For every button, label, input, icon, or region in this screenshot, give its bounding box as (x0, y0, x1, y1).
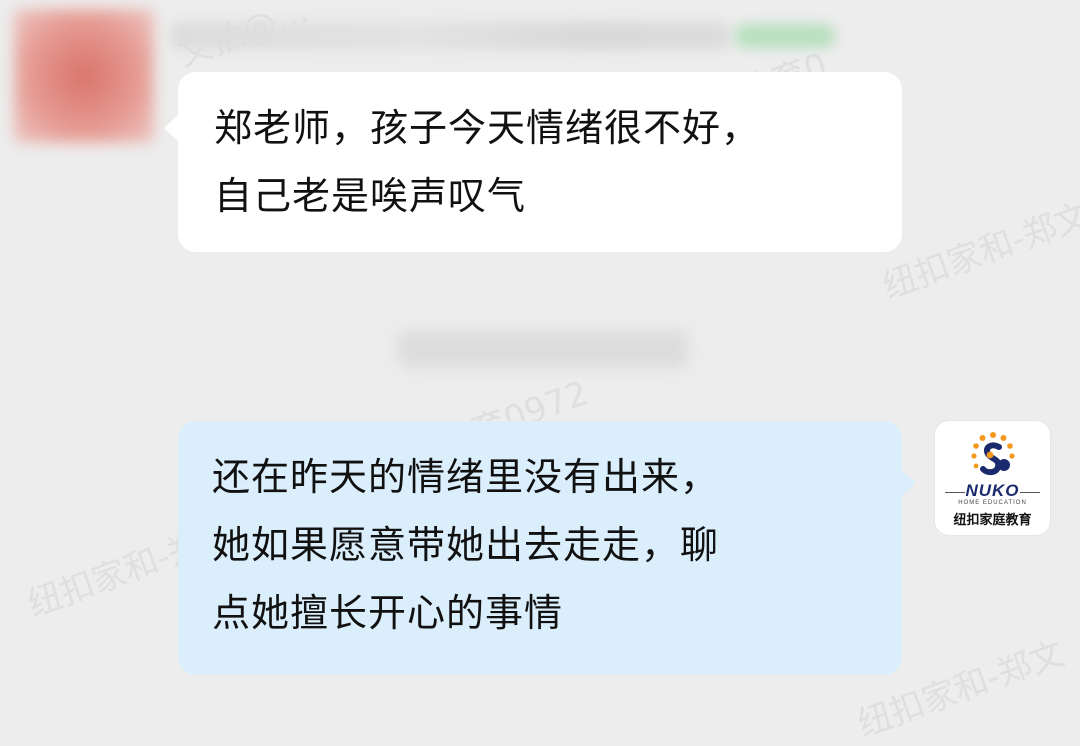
bubble-tail (164, 114, 179, 142)
contact-tag-redacted (735, 24, 835, 48)
logo-brand-text: NUKO (965, 481, 1020, 500)
message-line: 点她擅长开心的事情 (212, 591, 564, 635)
contact-avatar[interactable] (14, 9, 154, 143)
message-line: 还在昨天的情绪里没有出来， (212, 455, 720, 499)
nuko-logo-icon (971, 432, 1015, 476)
contact-name-redacted (170, 22, 730, 50)
logo-chinese-name: 纽扣家庭教育 (953, 513, 1032, 528)
logo-subtitle: HOME EDUCATION (958, 500, 1027, 506)
bubble-tail (901, 469, 916, 497)
self-avatar[interactable]: NUKO HOME EDUCATION 纽扣家庭教育 (935, 421, 1050, 535)
timestamp-redacted (398, 330, 688, 368)
message-bubble-contact[interactable]: 郑老师，孩子今天情绪很不好， 自己老是唉声叹气 (164, 72, 902, 252)
message-line: 自己老是唉声叹气 (214, 174, 527, 218)
message-text: 郑老师，孩子今天情绪很不好， 自己老是唉声叹气 (214, 94, 874, 230)
message-line: 郑老师，孩子今天情绪很不好， (214, 106, 761, 150)
message-text: 还在昨天的情绪里没有出来， 她如果愿意带她出去走走，聊 点她擅长开心的事情 (212, 443, 880, 647)
message-bubble-self[interactable]: 还在昨天的情绪里没有出来， 她如果愿意带她出去走走，聊 点她擅长开心的事情 (178, 421, 916, 675)
watermark-text: 纽扣家和-郑文 (877, 195, 1080, 308)
message-line: 她如果愿意带她出去走走，聊 (212, 523, 720, 567)
